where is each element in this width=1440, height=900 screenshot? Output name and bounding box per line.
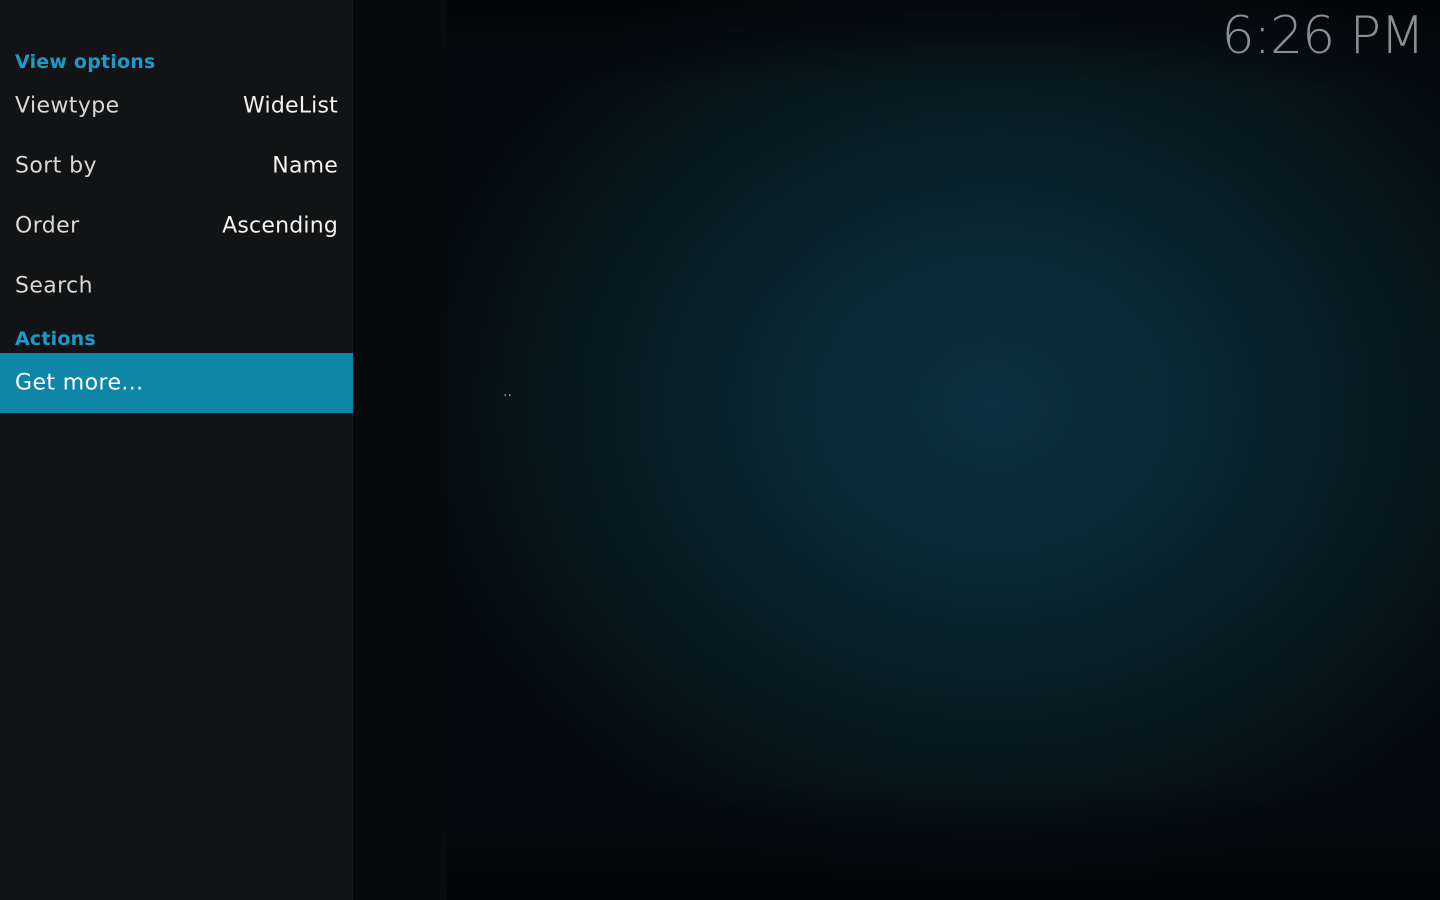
sort-by-option[interactable]: Sort by Name	[0, 136, 352, 196]
order-option[interactable]: Order Ascending	[0, 196, 352, 256]
search-label: Search	[15, 273, 93, 299]
get-more-label: Get more...	[15, 370, 144, 396]
actions-header: Actions	[15, 328, 96, 350]
sort-by-label: Sort by	[15, 153, 97, 179]
order-value: Ascending	[222, 213, 338, 239]
viewtype-label: Viewtype	[15, 93, 120, 119]
parent-folder-item[interactable]: ..	[503, 384, 512, 400]
viewtype-option[interactable]: Viewtype WideList	[0, 76, 352, 136]
order-label: Order	[15, 213, 80, 239]
panel-gutter	[352, 0, 447, 900]
viewtype-value: WideList	[243, 93, 338, 119]
clock: 6:26 PM	[1221, 6, 1425, 66]
content-background	[447, 0, 1440, 900]
side-options-panel: View options Viewtype WideList Sort by N…	[0, 0, 353, 900]
search-option[interactable]: Search	[0, 256, 352, 316]
sort-by-value: Name	[272, 153, 338, 179]
view-options-header: View options	[15, 51, 156, 73]
kodi-screen: View options Viewtype WideList Sort by N…	[0, 0, 1440, 900]
get-more-button[interactable]: Get more...	[0, 353, 353, 413]
